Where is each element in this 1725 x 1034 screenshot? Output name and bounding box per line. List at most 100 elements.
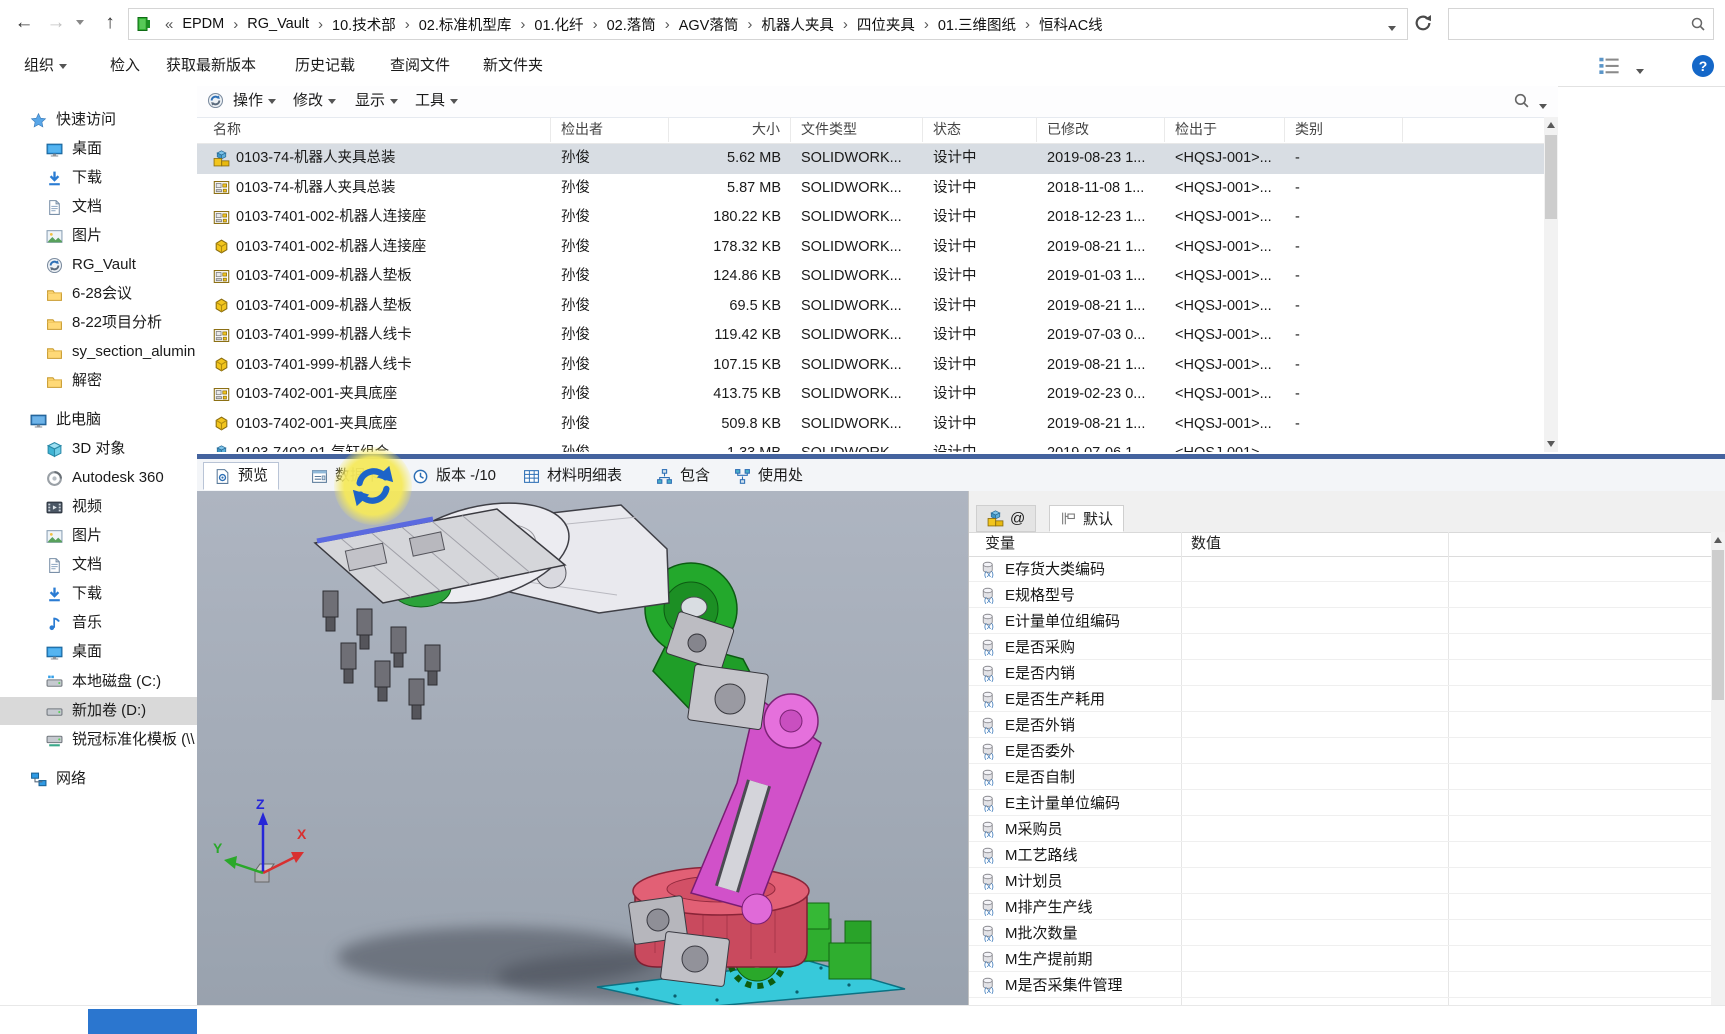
variable-row[interactable]: (x)M排产生产线 (969, 894, 1712, 920)
breadcrumb-chevron-icon[interactable]: › (1018, 16, 1037, 33)
search-icon[interactable] (1690, 16, 1706, 32)
sidebar-item-解密[interactable]: 解密 (0, 367, 197, 395)
address-chevron-icon[interactable] (1388, 20, 1396, 38)
variable-row[interactable]: (x)M是否采集件管理 (969, 972, 1712, 998)
sidebar-item-本地磁盘 (C:)[interactable]: 本地磁盘 (C:) (0, 668, 197, 696)
pdm-menu-3[interactable]: 显示 (355, 86, 398, 116)
sidebar-item-桌面[interactable]: 桌面 (0, 135, 197, 163)
column-header-3[interactable]: 大小 (669, 117, 791, 142)
toolbar-button-6[interactable]: 新文件夹 (483, 47, 543, 85)
variable-row[interactable]: (x)E是否采购 (969, 634, 1712, 660)
file-row[interactable]: 0103-7401-002-机器人连接座孙俊180.22 KBSOLIDWORK… (197, 203, 1544, 233)
file-row[interactable]: 0103-7401-999-机器人线卡孙俊119.42 KBSOLIDWORK.… (197, 321, 1544, 351)
refresh-icon[interactable] (1412, 12, 1434, 34)
view-toggle-icon[interactable] (1598, 55, 1622, 79)
breadcrumb-chevron-icon[interactable]: › (311, 16, 330, 33)
scrollbar-thumb[interactable] (1545, 135, 1557, 219)
variable-row[interactable]: (x)M采购员 (969, 816, 1712, 842)
search-input[interactable] (1455, 12, 1679, 36)
tab-材料明细表[interactable]: 材料明细表 (513, 462, 632, 490)
variable-value[interactable] (1181, 582, 1441, 607)
file-row[interactable]: 0103-7402-001-夹具底座孙俊509.8 KBSOLIDWORK...… (197, 410, 1544, 440)
tab-预览[interactable]: 预览 (203, 462, 279, 490)
sidebar-item-6-28会议[interactable]: 6-28会议 (0, 280, 197, 308)
column-header-2[interactable]: 检出者 (551, 117, 669, 142)
variable-value[interactable] (1181, 764, 1441, 789)
history-chevron-icon[interactable] (72, 9, 88, 37)
sidebar-item-图片[interactable]: 图片 (0, 222, 197, 250)
toolbar-button-2[interactable]: 检入 (110, 47, 140, 85)
variable-row[interactable]: (x)E主计量单位编码 (969, 790, 1712, 816)
scroll-down-icon[interactable] (1544, 436, 1558, 452)
column-header-1[interactable]: 名称 (203, 117, 551, 142)
file-row[interactable]: 0103-7401-009-机器人垫板孙俊69.5 KBSOLIDWORK...… (197, 292, 1544, 322)
variable-value[interactable] (1181, 556, 1441, 581)
variable-value[interactable] (1181, 894, 1441, 919)
toolbar-button-4[interactable]: 历史记载 (295, 47, 355, 85)
scroll-up-icon[interactable] (1544, 117, 1558, 133)
sidebar-item-文档[interactable]: 文档 (0, 551, 197, 579)
variable-row[interactable]: (x)E是否自制 (969, 764, 1712, 790)
breadcrumb-item[interactable]: 01.化纤 (532, 14, 585, 35)
sidebar-section-this-pc[interactable]: 此电脑 (0, 406, 197, 434)
sidebar-item-新加卷 (D:)[interactable]: 新加卷 (D:) (0, 697, 197, 725)
sidebar-item-sy_section_alumin[interactable]: sy_section_alumin (0, 338, 197, 366)
variable-row[interactable]: (x)E存货大类编码 (969, 556, 1712, 582)
tab-包含[interactable]: 包含 (646, 462, 720, 490)
toolbar-button-1[interactable]: 组织 (24, 47, 67, 85)
variable-value[interactable] (1181, 608, 1441, 633)
variable-row[interactable]: (x)E是否生产耗用 (969, 686, 1712, 712)
breadcrumb-chevron-icon[interactable]: › (658, 16, 677, 33)
pdm-menu-4[interactable]: 工具 (415, 86, 458, 116)
variable-row[interactable]: (x)M生产提前期 (969, 946, 1712, 972)
variable-row[interactable]: (x)E计量单位组编码 (969, 608, 1712, 634)
sidebar-item-图片[interactable]: 图片 (0, 522, 197, 550)
breadcrumb-chevron-icon[interactable]: › (513, 16, 532, 33)
breadcrumb-chevron-icon[interactable]: › (917, 16, 936, 33)
breadcrumb-item[interactable]: 10.技术部 (330, 14, 398, 35)
sidebar-item-RG_Vault[interactable]: RG_Vault (0, 251, 197, 279)
breadcrumb-item[interactable]: AGV落筒 (677, 14, 741, 35)
column-header-5[interactable]: 状态 (923, 117, 1037, 142)
pdm-menu-1[interactable]: 操作 (233, 86, 276, 116)
tab-版本 -/10[interactable]: 版本 -/10 (402, 462, 506, 490)
pdm-menu-2[interactable]: 修改 (293, 86, 336, 116)
toolbar-button-3[interactable]: 获取最新版本 (166, 47, 256, 85)
sidebar-item-视频[interactable]: 视频 (0, 493, 197, 521)
scrollbar-thumb[interactable] (1712, 550, 1724, 700)
variable-value[interactable] (1181, 634, 1441, 659)
sidebar-section-quick-access[interactable]: 快速访问 (0, 106, 197, 134)
breadcrumb-overflow[interactable]: « (158, 16, 180, 33)
breadcrumb-item[interactable]: 机器人夹具 (759, 14, 836, 35)
sidebar-item-8-22项目分析[interactable]: 8-22项目分析 (0, 309, 197, 337)
pdm-search-icon[interactable] (1513, 92, 1531, 110)
config-tab-default[interactable]: 默认 (1049, 505, 1124, 532)
breadcrumb-item[interactable]: EPDM (180, 16, 226, 32)
view-toggle-chevron-icon[interactable] (1636, 63, 1644, 81)
sidebar-item-音乐[interactable]: 音乐 (0, 609, 197, 637)
column-header-7[interactable]: 检出于 (1165, 117, 1285, 142)
variable-value[interactable] (1181, 738, 1441, 763)
variable-row[interactable]: (x)M工艺路线 (969, 842, 1712, 868)
scroll-up-icon[interactable] (1711, 532, 1725, 548)
pdm-search-chevron-icon[interactable] (1539, 98, 1547, 116)
variable-row[interactable]: (x)E规格型号 (969, 582, 1712, 608)
variable-value[interactable] (1181, 972, 1441, 997)
sidebar-item-Autodesk 360[interactable]: Autodesk 360 (0, 464, 197, 492)
file-row[interactable]: 0103-7401-002-机器人连接座孙俊178.32 KBSOLIDWORK… (197, 233, 1544, 263)
breadcrumb-item[interactable]: 恒科AC线 (1037, 14, 1105, 35)
column-header-4[interactable]: 文件类型 (791, 117, 923, 142)
file-row[interactable]: 0103-7401-009-机器人垫板孙俊124.86 KBSOLIDWORK.… (197, 262, 1544, 292)
file-row[interactable]: 0103-7401-999-机器人线卡孙俊107.15 KBSOLIDWORK.… (197, 351, 1544, 381)
column-header-8[interactable]: 类别 (1285, 117, 1403, 142)
breadcrumb-item[interactable]: 02.标准机型库 (417, 14, 514, 35)
tab-使用处[interactable]: 使用处 (724, 462, 813, 490)
breadcrumb-chevron-icon[interactable]: › (740, 16, 759, 33)
variable-value[interactable] (1181, 712, 1441, 737)
variable-value[interactable] (1181, 920, 1441, 945)
back-arrow[interactable]: ← (10, 9, 38, 37)
sidebar-item-3D 对象[interactable]: 3D 对象 (0, 435, 197, 463)
help-icon[interactable]: ? (1692, 55, 1714, 77)
variables-scrollbar[interactable] (1711, 532, 1725, 1005)
breadcrumb-item[interactable]: 01.三维图纸 (936, 14, 1018, 35)
